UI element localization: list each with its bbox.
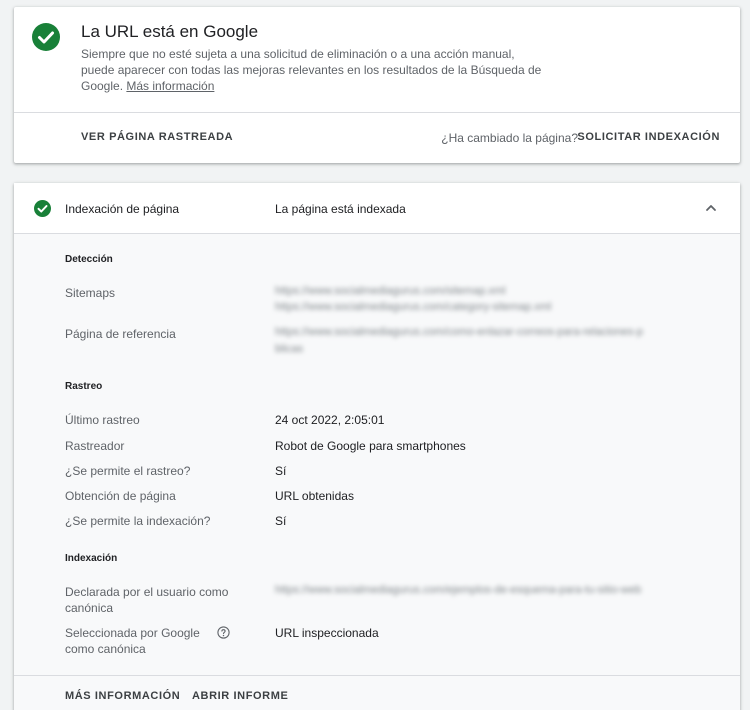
page-indexing-status: La página está indexada: [275, 202, 406, 216]
section-title-crawl: Rastreo: [65, 381, 103, 392]
more-info-button[interactable]: MÁS INFORMACIÓN: [65, 690, 180, 702]
last-crawl-label: Último rastreo: [65, 413, 140, 427]
page-fetch-label: Obtención de página: [65, 489, 176, 503]
divider: [14, 675, 740, 676]
open-report-button[interactable]: ABRIR INFORME: [192, 690, 288, 702]
referring-page-url-2[interactable]: blicas: [275, 343, 335, 355]
section-title-detection: Detección: [65, 254, 113, 265]
divider: [14, 112, 740, 113]
sitemaps-label: Sitemaps: [65, 286, 116, 300]
view-crawled-page-button[interactable]: VER PÁGINA RASTREADA: [81, 131, 233, 143]
last-crawl-value: 24 oct 2022, 2:05:01: [275, 413, 385, 427]
page-fetch-value: URL obtenidas: [275, 489, 354, 503]
page-indexing-label: Indexación de página: [65, 202, 180, 216]
user-canonical-label: Declarada por el usuario como canónica: [65, 585, 229, 615]
sitemap-url-2[interactable]: https://www.socialmediagurus.com/categor…: [275, 301, 575, 313]
user-canonical-url[interactable]: https://www.socialmediagurus.com/ejemplo…: [275, 584, 705, 596]
referring-page-label: Página de referencia: [65, 327, 176, 341]
index-allowed-value: Sí: [275, 514, 287, 528]
status-title: La URL está en Google: [81, 22, 259, 41]
crawl-allowed-value: Sí: [275, 464, 287, 478]
help-icon[interactable]: [217, 626, 230, 639]
referring-page-url-1[interactable]: https://www.socialmediagurus.com/como-en…: [275, 326, 715, 338]
google-canonical-label: Seleccionada por Google como canónica: [65, 626, 200, 656]
page-changed-question: ¿Ha cambiado la página?: [441, 131, 578, 145]
crawl-allowed-label: ¿Se permite el rastreo?: [65, 464, 191, 478]
status-description: Siempre que no esté sujeta a una solicit…: [81, 46, 551, 94]
page-indexing-card: Indexación de página La página está inde…: [14, 183, 740, 710]
page-indexing-header[interactable]: Indexación de página La página está inde…: [14, 183, 740, 234]
section-title-indexing: Indexación: [65, 553, 118, 564]
sitemap-url-1[interactable]: https://www.socialmediagurus.com/sitemap…: [275, 285, 555, 297]
status-card: La URL está en Google Siempre que no est…: [14, 7, 740, 163]
google-canonical-value: URL inspeccionada: [275, 626, 379, 640]
crawler-value: Robot de Google para smartphones: [275, 439, 466, 453]
crawler-label: Rastreador: [65, 439, 125, 453]
check-circle-icon: [32, 23, 60, 51]
chevron-up-icon[interactable]: [704, 201, 718, 215]
more-info-link[interactable]: Más información: [126, 79, 214, 93]
check-circle-icon: [34, 200, 51, 217]
request-indexing-button[interactable]: SOLICITAR INDEXACIÓN: [577, 131, 720, 143]
index-allowed-label: ¿Se permite la indexación?: [65, 514, 211, 528]
